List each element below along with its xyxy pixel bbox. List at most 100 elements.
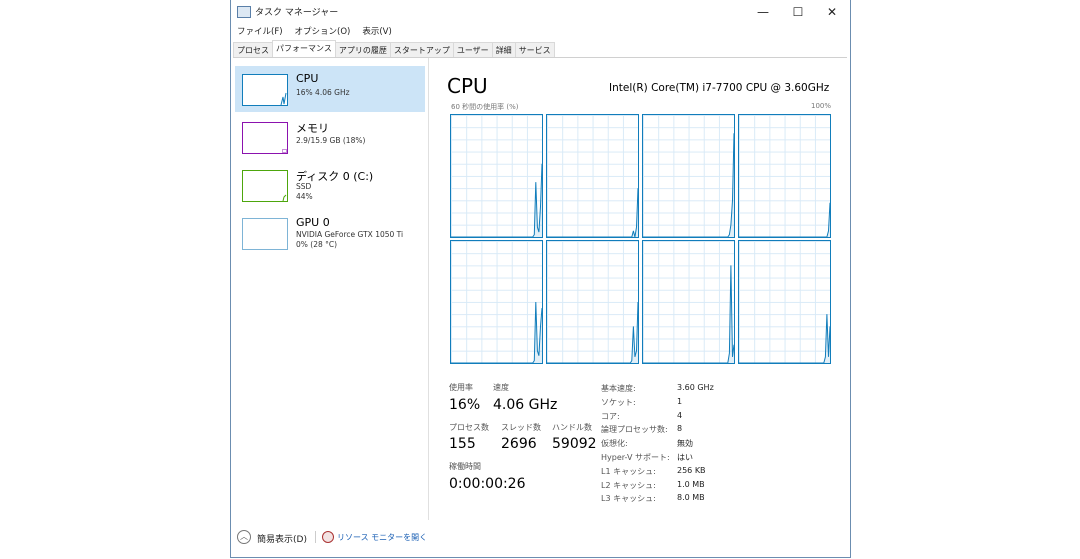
tab-startup[interactable]: スタートアップ <box>389 42 454 57</box>
threads-label: スレッド数 <box>501 423 541 432</box>
processes-label: プロセス数 <box>449 423 489 432</box>
speed-label: 速度 <box>493 383 509 392</box>
spec-value: 1 <box>677 396 683 406</box>
graph-label: 60 秒間の使用率 (%) <box>451 103 519 111</box>
usage-line <box>547 188 638 237</box>
usage-area <box>451 163 542 237</box>
close-button[interactable]: ✕ <box>815 2 849 22</box>
core-graph-1 <box>546 114 639 238</box>
tab-bar: プロセス パフォーマンス アプリの履歴 スタートアップ ユーザー 詳細 サービス <box>233 40 847 58</box>
maximize-button[interactable]: ☐ <box>781 2 815 22</box>
fewer-details-button[interactable]: 簡易表示(D) <box>257 532 307 545</box>
speed-value: 4.06 GHz <box>493 397 558 413</box>
resource-monitor-icon <box>322 531 334 543</box>
spec-label: 仮想化: <box>601 439 628 449</box>
sidebar-item-cpu[interactable]: CPU 16% 4.06 GHz <box>235 66 425 112</box>
core-graph-4 <box>450 240 543 364</box>
uptime-label: 稼働時間 <box>449 462 481 471</box>
tab-performance[interactable]: パフォーマンス <box>272 40 336 57</box>
item-detail: SSD <box>296 182 312 191</box>
core-graph-0 <box>450 114 543 238</box>
disk-thumbnail-graph <box>242 170 288 202</box>
graph-max-label: 100% <box>811 102 832 110</box>
menu-file[interactable]: ファイル(F) <box>237 25 283 37</box>
usage-line <box>643 265 734 363</box>
usage-area <box>739 202 830 237</box>
spec-value: 256 KB <box>677 465 706 475</box>
item-detail-2: 0% (28 °C) <box>296 240 338 249</box>
spec-value: 8 <box>677 424 683 434</box>
open-resource-monitor-link[interactable]: リソース モニターを開く <box>337 532 427 543</box>
sidebar-item-disk[interactable]: ディスク 0 (C:) SSD 44% <box>235 162 425 208</box>
minimize-button[interactable]: — <box>746 2 780 22</box>
cpu-model: Intel(R) Core(TM) i7-7700 CPU @ 3.60GHz <box>609 82 830 94</box>
spec-label: コア: <box>601 411 620 421</box>
threads-value: 2696 <box>501 436 537 452</box>
usage-area <box>451 302 542 363</box>
usage-area <box>643 265 734 363</box>
spec-value: 1.0 MB <box>677 479 705 489</box>
spec-label: 基本速度: <box>601 384 636 393</box>
usage-area <box>547 302 638 363</box>
title-bar: タスク マネージャー — ☐ ✕ <box>231 0 850 24</box>
spec-value: 4 <box>677 410 683 420</box>
item-detail: NVIDIA GeForce GTX 1050 Ti <box>296 230 404 239</box>
task-manager-icon <box>237 6 251 18</box>
spec-label: L3 キャッシュ: <box>601 494 656 504</box>
usage-line <box>451 301 542 363</box>
resource-sidebar: CPU 16% 4.06 GHz メモリ 2.9/15.9 GB (18%) デ… <box>231 58 429 520</box>
usage-label: 使用率 <box>449 383 473 392</box>
usage-value: 16% <box>449 397 481 413</box>
spec-label: L2 キャッシュ: <box>601 480 656 490</box>
core-graph-2 <box>642 114 735 238</box>
usage-line <box>451 163 542 237</box>
usage-area <box>643 133 734 237</box>
usage-area <box>739 314 830 363</box>
spec-value: 無効 <box>677 439 693 449</box>
usage-line <box>643 133 734 237</box>
chevron-up-icon[interactable]: ︿ <box>237 530 251 544</box>
handles-label: ハンドル数 <box>552 423 592 432</box>
handles-value: 59092 <box>552 436 597 452</box>
spec-value: 3.60 GHz <box>677 383 714 392</box>
core-graph-3 <box>738 114 831 238</box>
divider <box>315 531 316 543</box>
task-manager-window: タスク マネージャー — ☐ ✕ ファイル(F) オプション(O) 表示(V) … <box>230 0 851 558</box>
tab-users[interactable]: ユーザー <box>452 42 493 57</box>
item-detail: 2.9/15.9 GB (18%) <box>296 136 366 145</box>
gpu-thumbnail-graph <box>242 218 288 250</box>
usage-area <box>547 188 638 237</box>
item-detail-2: 44% <box>296 192 313 201</box>
memory-thumbnail-graph <box>242 122 288 154</box>
spec-label: ソケット: <box>601 397 636 407</box>
spec-value: はい <box>677 453 693 462</box>
menu-view[interactable]: 表示(V) <box>362 25 391 37</box>
window-title: タスク マネージャー <box>255 8 339 18</box>
core-graph-5 <box>546 240 639 364</box>
item-detail: 16% 4.06 GHz <box>296 88 350 97</box>
tab-services[interactable]: サービス <box>514 42 555 57</box>
usage-line <box>547 301 638 363</box>
uptime-value: 0:00:00:26 <box>449 476 526 492</box>
core-graph-6 <box>642 240 735 364</box>
menu-options[interactable]: オプション(O) <box>295 25 351 37</box>
spec-label: L1 キャッシュ: <box>601 466 656 476</box>
item-name: GPU 0 <box>296 216 330 229</box>
cpu-thumbnail-graph <box>242 74 288 106</box>
processes-value: 155 <box>449 436 476 452</box>
spec-label: Hyper-V サポート: <box>601 453 670 462</box>
tab-details[interactable]: 詳細 <box>491 42 516 57</box>
tab-app-history[interactable]: アプリの履歴 <box>334 42 391 57</box>
menu-bar: ファイル(F) オプション(O) 表示(V) <box>237 25 392 37</box>
sidebar-item-gpu[interactable]: GPU 0 NVIDIA GeForce GTX 1050 Ti 0% (28 … <box>235 210 425 256</box>
usage-line <box>739 314 830 363</box>
item-name: メモリ <box>296 122 329 135</box>
core-graph-7 <box>738 240 831 364</box>
spec-value: 8.0 MB <box>677 493 705 503</box>
spec-label: 論理プロセッサ数: <box>601 425 668 435</box>
sidebar-item-memory[interactable]: メモリ 2.9/15.9 GB (18%) <box>235 114 425 160</box>
page-title: CPU <box>447 74 488 98</box>
item-name: CPU <box>296 72 319 85</box>
usage-line <box>739 202 830 237</box>
tab-processes[interactable]: プロセス <box>233 42 273 57</box>
